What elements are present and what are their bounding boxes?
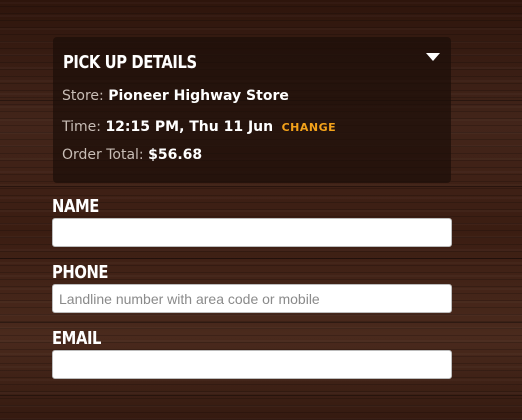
email-field[interactable] [52,350,452,379]
pickup-details-panel: PICK UP DETAILS Store: Pioneer Highway S… [53,37,451,183]
change-time-link[interactable]: CHANGE [282,121,337,134]
phone-label: PHONE [52,262,109,283]
name-field[interactable] [52,218,452,247]
email-label: EMAIL [52,328,102,349]
order-total-row: Order Total: $56.68 [62,147,202,163]
order-total-value: $56.68 [148,147,203,163]
caret-down-icon[interactable] [426,53,440,61]
phone-field[interactable] [52,284,452,313]
pickup-details-title: PICK UP DETAILS [63,52,197,73]
wood-seam [0,322,522,323]
order-total-label: Order Total: [62,147,144,163]
store-label: Store: [62,88,104,104]
time-row: Time: 12:15 PM, Thu 11 Jun CHANGE [62,119,336,135]
wood-seam [0,258,522,259]
name-label: NAME [52,196,99,217]
store-value: Pioneer Highway Store [108,88,289,104]
wood-seam [0,395,522,396]
time-label: Time: [62,119,101,135]
time-value: 12:15 PM, Thu 11 Jun [105,119,274,135]
store-row: Store: Pioneer Highway Store [62,88,289,104]
wood-seam [0,186,522,187]
